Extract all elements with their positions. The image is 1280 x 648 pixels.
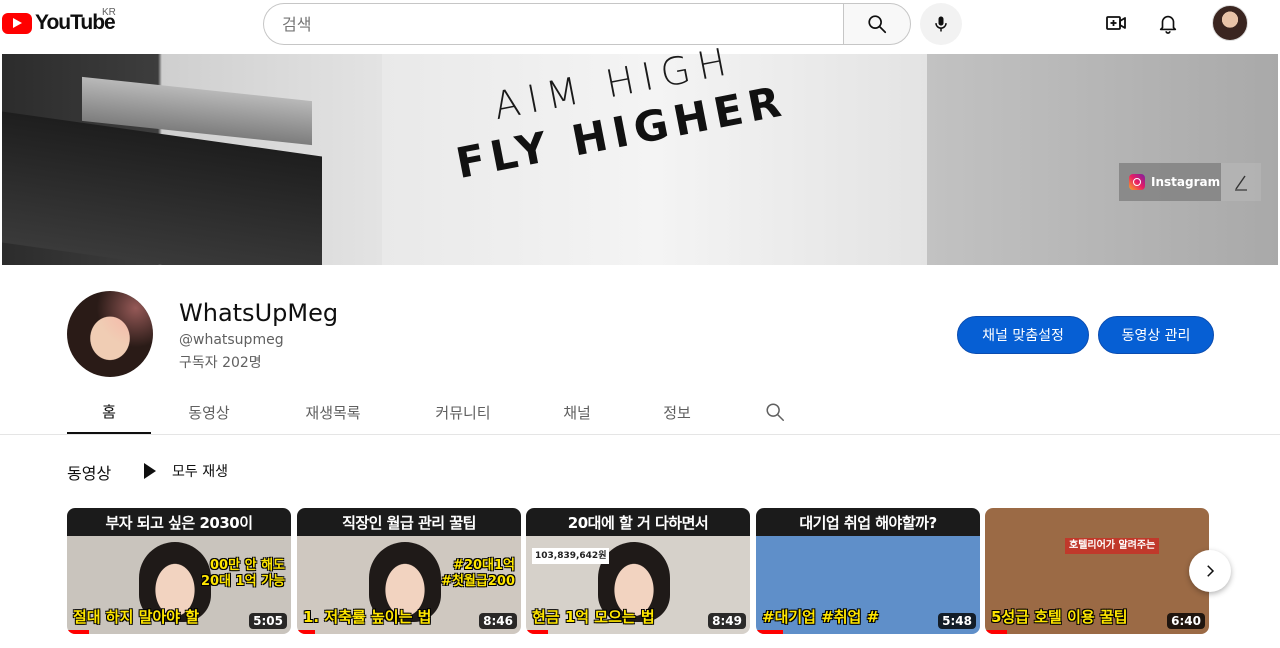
customize-channel-button[interactable]: 채널 맞춤설정	[957, 316, 1089, 354]
shelf-next-button[interactable]	[1189, 550, 1231, 592]
tab-channels[interactable]: 채널	[547, 390, 607, 434]
watch-progress-bar	[297, 630, 315, 634]
country-code: KR	[102, 7, 116, 18]
voice-search-button[interactable]	[920, 3, 962, 45]
watch-progress-bar	[985, 630, 1008, 634]
tab-community[interactable]: 커뮤니티	[419, 390, 507, 434]
video-duration: 6:40	[1167, 613, 1205, 629]
play-icon	[144, 463, 156, 479]
watch-progress-bar	[526, 630, 549, 634]
notifications-button[interactable]	[1154, 9, 1182, 37]
thumbnail-headline: 부자 되고 싶은 2030이	[67, 508, 291, 536]
instagram-link-label: Instagram	[1151, 175, 1221, 189]
channel-avatar[interactable]	[67, 291, 153, 377]
section-title: 동영상	[67, 464, 112, 483]
thumbnail-headline: 20대에 할 거 다하면서	[526, 508, 750, 536]
subscriber-count: 구독자 202명	[179, 355, 262, 371]
video-thumbnail[interactable]: 20대에 할 거 다하면서 103,839,642원 현금 1억 모으는 법 8:49	[526, 508, 750, 634]
video-duration: 5:05	[249, 613, 287, 629]
tab-home[interactable]: 홈	[67, 390, 151, 434]
youtube-play-icon	[2, 12, 32, 34]
play-all-label: 모두 재생	[172, 464, 228, 480]
instagram-icon	[1129, 174, 1145, 190]
manage-videos-button[interactable]: 동영상 관리	[1098, 316, 1214, 354]
search-icon	[868, 15, 887, 34]
top-header: YouTube KR	[0, 0, 1280, 52]
create-video-button[interactable]	[1102, 9, 1130, 37]
search-button[interactable]	[843, 3, 911, 45]
tab-playlists[interactable]: 재생목록	[289, 390, 377, 434]
bell-icon	[1159, 15, 1177, 34]
video-thumbnail[interactable]: 호텔리어가 알려주는 5성급 호텔 이용 꿀팁 6:40	[985, 508, 1209, 634]
microphone-icon	[935, 16, 947, 32]
video-duration: 8:49	[708, 613, 746, 629]
video-duration: 8:46	[479, 613, 517, 629]
tab-search[interactable]	[757, 390, 793, 434]
thumbnail-headline: 직장인 월급 관리 꿀팁	[297, 508, 521, 536]
account-avatar[interactable]	[1212, 5, 1248, 41]
thumbnail-caption: 103,839,642원	[532, 548, 610, 564]
thumbnail-caption: #20대1억 #첫월급200	[441, 558, 515, 589]
video-duration: 5:48	[938, 613, 976, 629]
channel-handle: @whatsupmeg	[179, 332, 284, 348]
instagram-link[interactable]: Instagram	[1119, 163, 1221, 201]
tab-videos[interactable]: 동영상	[171, 390, 247, 434]
edit-banner-button[interactable]	[1221, 163, 1261, 201]
video-thumbnail[interactable]: 부자 되고 싶은 2030이 00만 안 해도 20대 1억 가능 절대 하지 말아…	[67, 508, 291, 634]
play-all-button[interactable]: 모두 재생	[140, 458, 228, 484]
search-input[interactable]	[263, 3, 843, 45]
thumbnail-caption: 00만 안 해도 20대 1억 가능	[200, 558, 285, 589]
video-camera-add-icon	[1106, 16, 1126, 30]
video-thumbnail[interactable]: 직장인 월급 관리 꿀팁 #20대1억 #첫월급200 1. 저축률 높이는 법 8:…	[297, 508, 521, 634]
watch-progress-bar	[67, 630, 90, 634]
youtube-logo[interactable]: YouTube	[2, 8, 116, 38]
channel-tabs: 홈 동영상 재생목록 커뮤니티 채널 정보	[67, 390, 797, 434]
chevron-right-icon	[1207, 565, 1215, 577]
video-thumbnail[interactable]: 대기업 취업 해야할까? #대기업 #취업 #5:48	[756, 508, 980, 634]
search-bar	[263, 3, 911, 45]
tab-about[interactable]: 정보	[647, 390, 707, 434]
banner-photo-right	[927, 54, 1278, 265]
channel-name: WhatsUpMeg	[179, 299, 339, 327]
tabs-divider	[0, 434, 1280, 435]
thumbnail-caption: 호텔리어가 알려주는	[1065, 538, 1160, 554]
search-icon	[766, 403, 784, 421]
thumbnail-headline: 대기업 취업 해야할까?	[756, 508, 980, 536]
pencil-icon	[1235, 175, 1247, 191]
watch-progress-bar	[756, 630, 783, 634]
